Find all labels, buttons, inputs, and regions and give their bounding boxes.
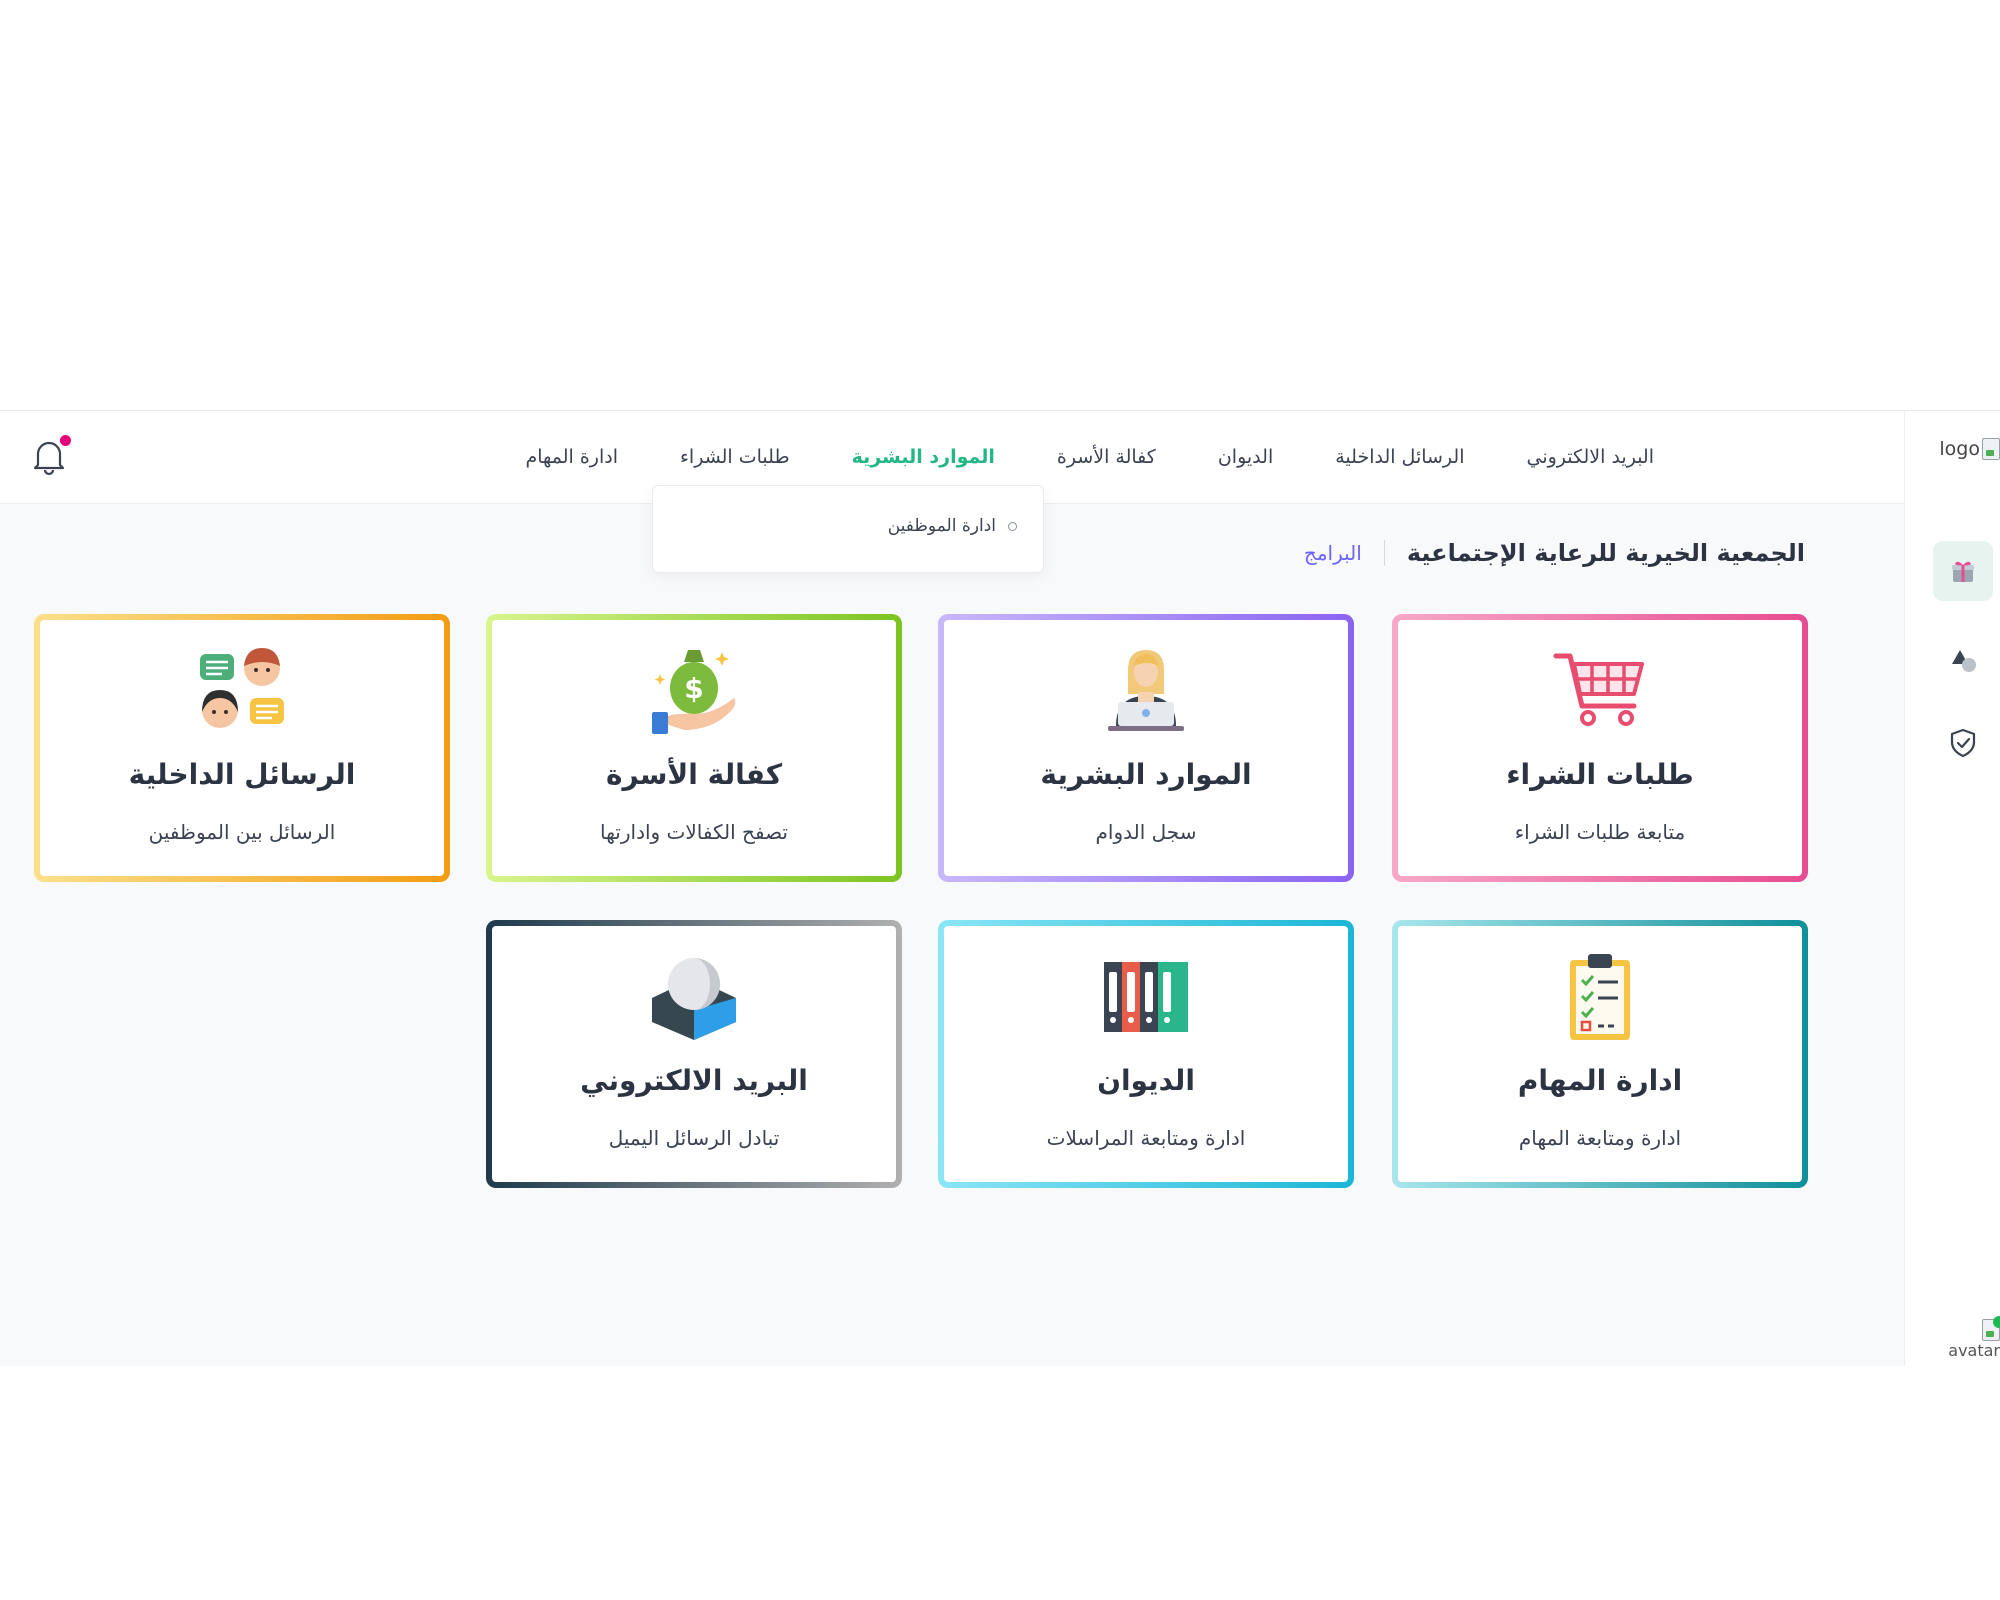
card-task-management[interactable]: ادارة المهام ادارة ومتابعة المهام — [1392, 920, 1808, 1188]
svg-text:$: $ — [684, 672, 703, 705]
breadcrumb-separator — [1383, 540, 1385, 566]
nav-item-diwan[interactable]: الديوان — [1218, 446, 1273, 468]
logo-alt-text: logo — [1939, 438, 1980, 460]
card-title: كفالة الأسرة — [605, 758, 783, 791]
nav-item-task-management[interactable]: ادارة المهام — [525, 446, 618, 468]
card-diwan[interactable]: الديوان ادارة ومتابعة المراسلات — [938, 920, 1354, 1188]
card-title: ادارة المهام — [1517, 1064, 1683, 1097]
employee-management-label: ادارة الموظفين — [887, 516, 996, 536]
money-bag-hand-icon: $ — [652, 650, 736, 734]
shield-check-icon — [1950, 728, 1976, 758]
avatar-alt-text: avatar — [1948, 1341, 2000, 1360]
nav-item-family-sponsorship[interactable]: كفالة الأسرة — [1057, 446, 1156, 468]
card-subtitle: ادارة ومتابعة المهام — [1518, 1126, 1682, 1150]
binders-icon — [1104, 962, 1188, 1032]
card-subtitle: الرسائل بين الموظفين — [148, 820, 336, 844]
shopping-cart-icon — [1553, 653, 1644, 726]
card-title: البريد الالكتروني — [580, 1064, 808, 1097]
card-subtitle: تبادل الرسائل اليميل — [608, 1126, 780, 1150]
broken-image-icon — [1982, 438, 2000, 460]
nav-item-human-resources[interactable]: الموارد البشرية — [852, 446, 995, 468]
card-subtitle: تصفح الكفالات وادارتها — [599, 820, 788, 844]
card-subtitle: ادارة ومتابعة المراسلات — [1046, 1126, 1246, 1150]
card-title: طلبات الشراء — [1506, 758, 1694, 791]
card-title: الديوان — [1097, 1064, 1195, 1097]
chat-people-icon — [200, 648, 284, 728]
bullet-icon — [1008, 521, 1017, 531]
organization-title: الجمعية الخيرية للرعاية الإجتماعية — [1406, 539, 1805, 567]
breadcrumb-programs-link[interactable]: البرامج — [1304, 541, 1362, 565]
notification-badge — [60, 435, 71, 446]
notifications-button[interactable] — [30, 435, 71, 477]
nav-item-email[interactable]: البريد الالكتروني — [1527, 446, 1655, 468]
sidebar-item-security[interactable] — [1933, 713, 1993, 773]
gift-icon — [1952, 561, 1974, 582]
task-clipboard-icon — [1570, 954, 1630, 1040]
card-title: الرسائل الداخلية — [128, 758, 356, 791]
card-purchase-requests[interactable]: طلبات الشراء متابعة طلبات الشراء — [1392, 614, 1808, 882]
dropdown-item-employee-management[interactable]: ادارة الموظفين — [888, 516, 1017, 536]
nav-item-purchase-requests[interactable]: طلبات الشراء — [680, 446, 790, 468]
breadcrumb: الجمعية الخيرية للرعاية الإجتماعية البرا… — [1304, 539, 1805, 567]
card-title: الموارد البشرية — [1040, 758, 1252, 791]
card-human-resources[interactable]: الموارد البشرية سجل الدوام — [938, 614, 1354, 882]
card-email[interactable]: البريد الالكتروني تبادل الرسائل اليميل — [486, 920, 902, 1188]
user-avatar[interactable]: avatar — [1948, 1316, 2000, 1360]
logo: logo — [1939, 431, 2000, 467]
card-subtitle: متابعة طلبات الشراء — [1514, 820, 1686, 844]
nav-item-internal-messages[interactable]: الرسائل الداخلية — [1335, 446, 1464, 468]
sidebar-item-shapes[interactable] — [1933, 629, 1993, 689]
sidebar: logo avatar — [1904, 411, 2000, 1366]
card-subtitle: سجل الدوام — [1095, 820, 1197, 844]
sidebar-item-apps[interactable] — [1933, 541, 1993, 601]
employee-laptop-icon — [1108, 650, 1184, 731]
broken-image-icon — [1982, 1316, 2000, 1341]
shapes-icon — [1952, 650, 1976, 672]
card-family-sponsorship[interactable]: $ كفالة الأسرة تصفح الكفالات وادارتها — [486, 614, 902, 882]
card-internal-messages[interactable]: الرسائل الداخلية الرسائل بين الموظفين — [34, 614, 450, 882]
hr-dropdown-menu: ادارة الموظفين — [652, 485, 1044, 573]
app-window: البريد الالكتروني الرسائل الداخلية الديو… — [0, 410, 2000, 1366]
roundcube-mail-icon — [652, 958, 736, 1040]
